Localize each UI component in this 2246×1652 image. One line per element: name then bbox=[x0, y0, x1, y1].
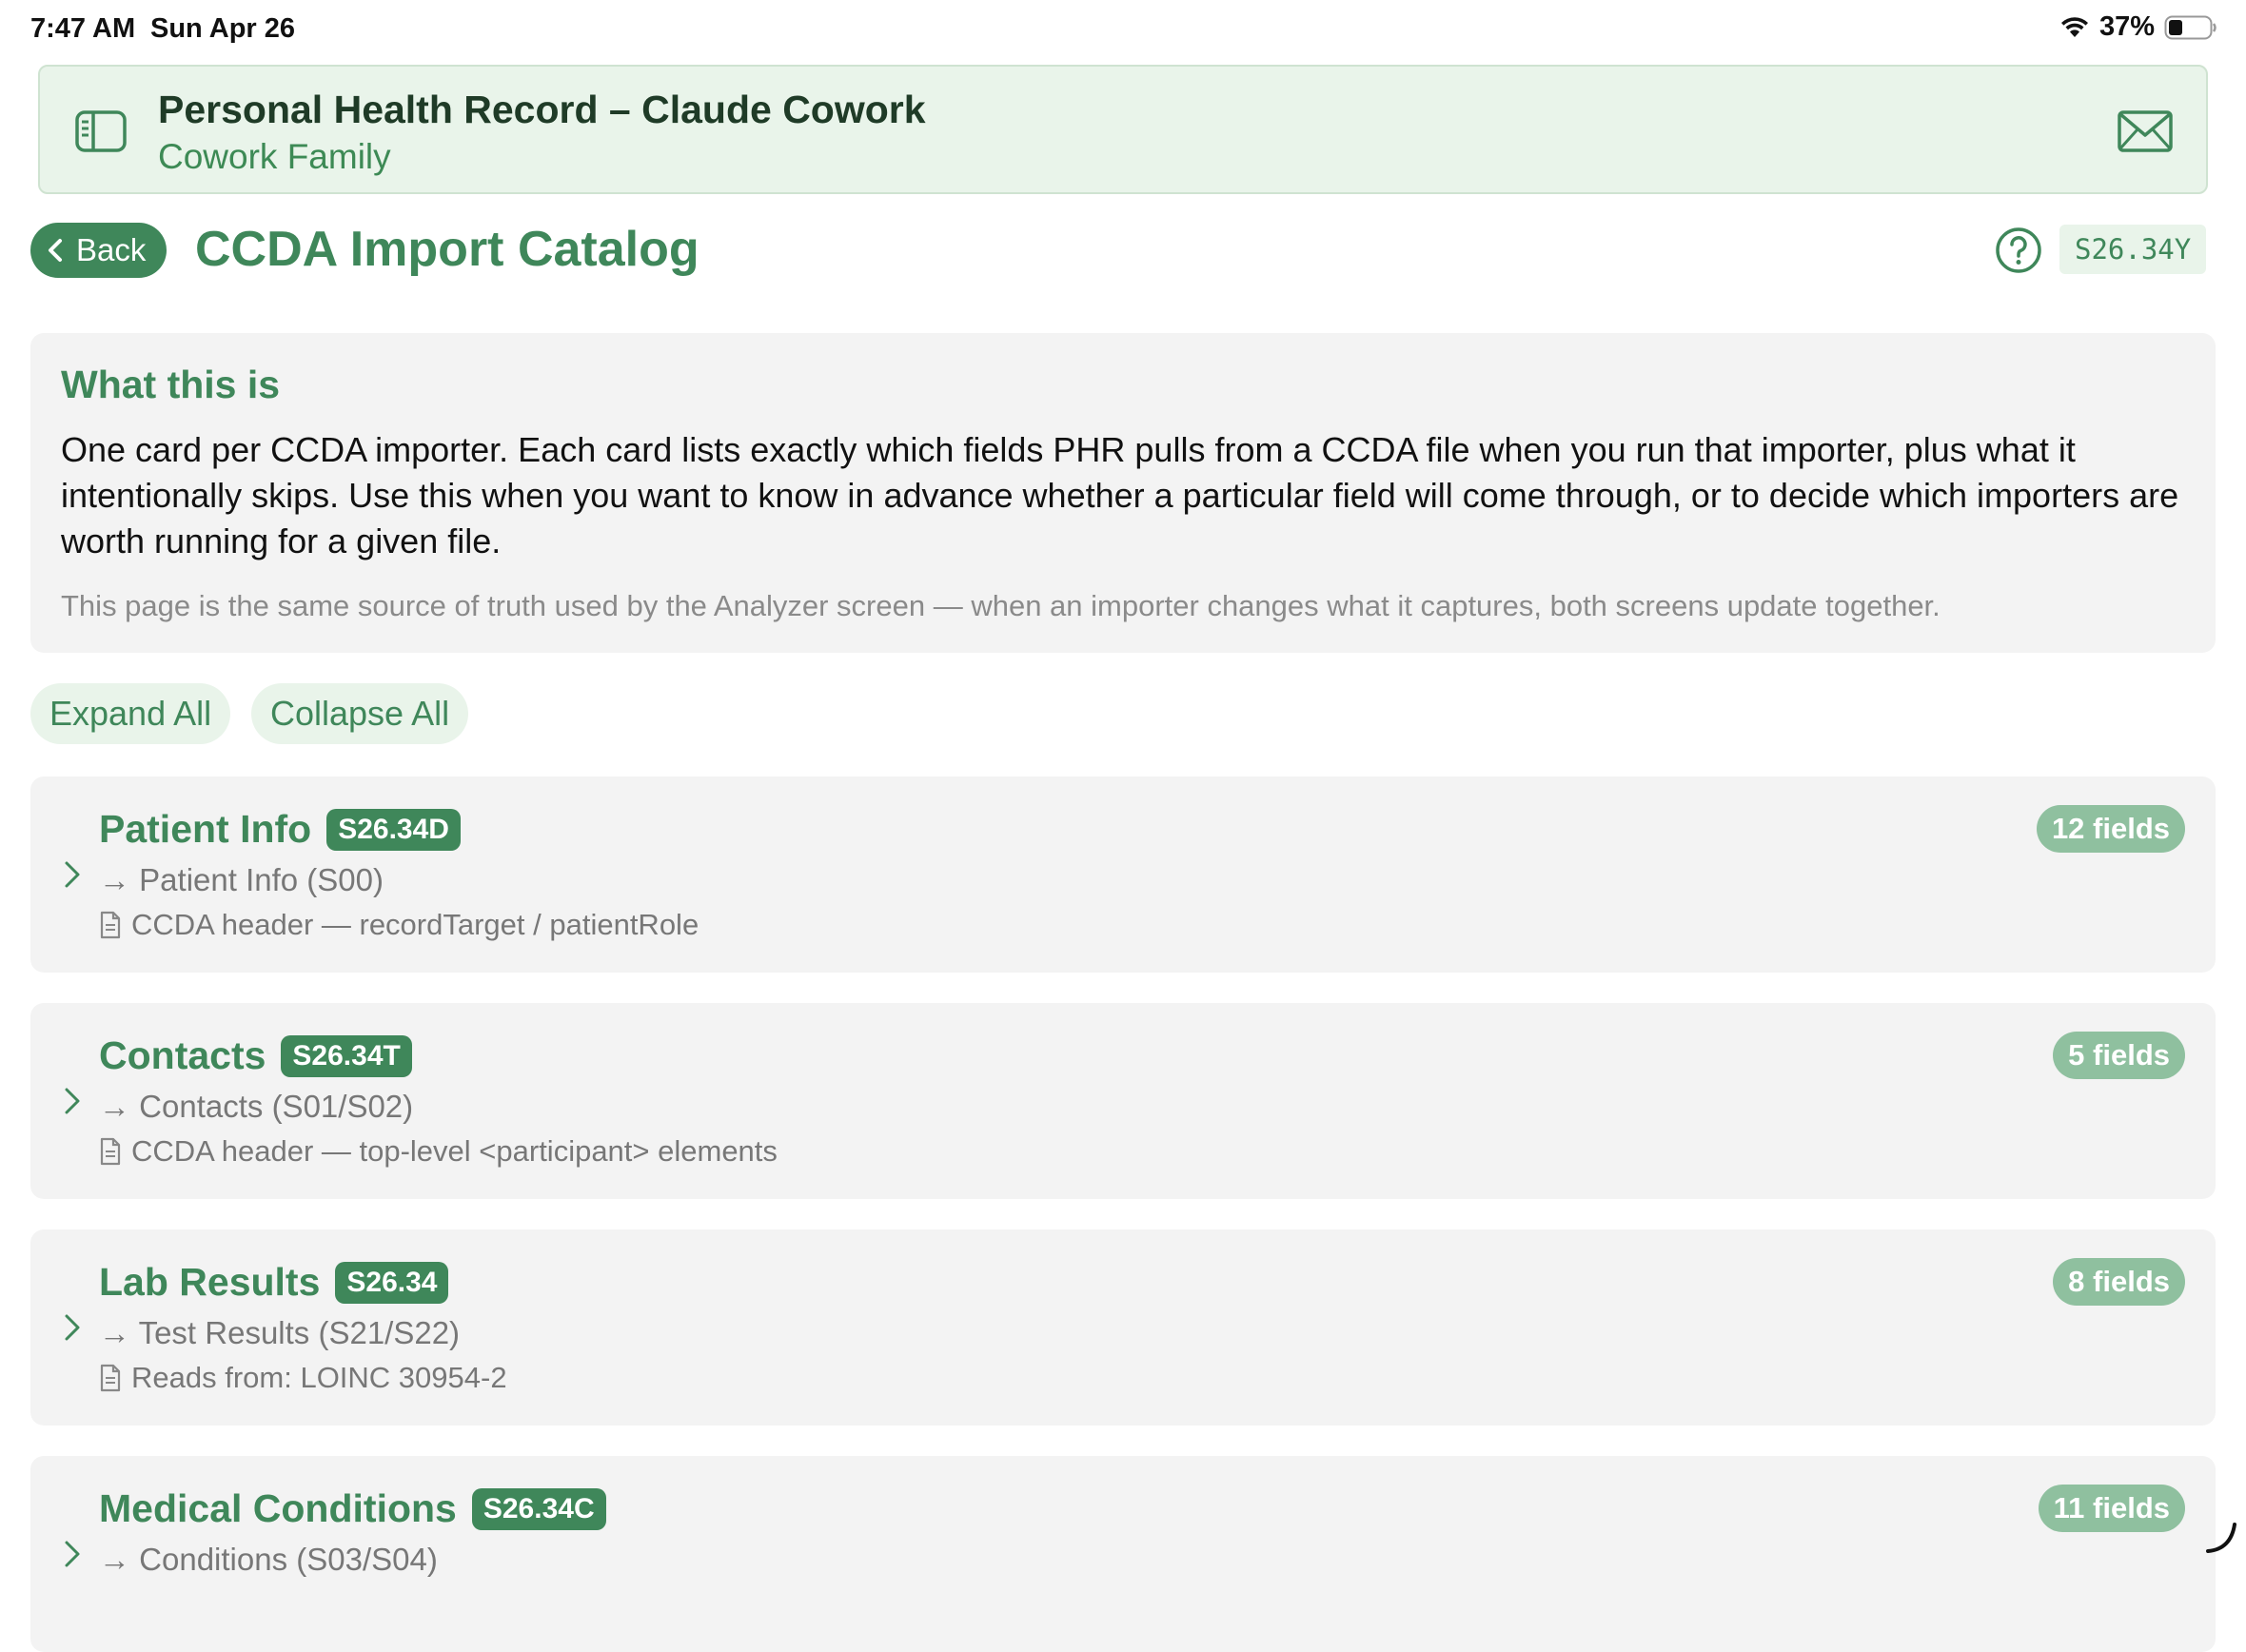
fields-count-badge: 8 fields bbox=[2053, 1258, 2185, 1306]
battery-percent: 37% bbox=[2098, 11, 2155, 42]
version-badge: S26.34Y bbox=[2059, 225, 2207, 274]
question-circle-icon[interactable] bbox=[1995, 226, 2042, 274]
importer-title: Lab Results bbox=[99, 1260, 321, 1304]
expand-all-button[interactable]: Expand All bbox=[30, 683, 231, 744]
importer-card-medical-conditions[interactable]: Medical Conditions S26.34C → Conditions … bbox=[30, 1456, 2216, 1652]
chevron-left-icon bbox=[48, 238, 63, 263]
info-note: This page is the same source of truth us… bbox=[61, 589, 1941, 623]
chevron-right-icon[interactable] bbox=[61, 1085, 84, 1117]
info-body: One card per CCDA importer. Each card li… bbox=[61, 430, 2179, 561]
document-icon bbox=[99, 1364, 122, 1392]
importer-source-text: CCDA header — top-level <participant> el… bbox=[131, 1134, 778, 1168]
card-title-row: Contacts S26.34T bbox=[99, 1033, 412, 1078]
importer-title: Contacts bbox=[99, 1033, 266, 1077]
importer-source: CCDA header — recordTarget / patientRole bbox=[99, 908, 699, 942]
back-button[interactable]: Back bbox=[30, 223, 167, 278]
importer-code-badge: S26.34C bbox=[471, 1487, 606, 1530]
info-heading: What this is bbox=[61, 363, 281, 406]
importer-title: Medical Conditions bbox=[99, 1486, 457, 1530]
battery-icon bbox=[2164, 15, 2217, 40]
importer-source-text: CCDA header — recordTarget / patientRole bbox=[131, 908, 699, 941]
chevron-right-icon[interactable] bbox=[61, 1538, 84, 1570]
fields-count-badge: 12 fields bbox=[2036, 805, 2185, 853]
family-name: Cowork Family bbox=[158, 137, 391, 176]
card-title-row: Lab Results S26.34 bbox=[99, 1260, 449, 1305]
importer-title: Patient Info bbox=[99, 807, 312, 851]
importer-code-badge: S26.34T bbox=[281, 1034, 412, 1077]
importer-code-badge: S26.34D bbox=[326, 808, 461, 851]
sidebar-icon[interactable] bbox=[74, 108, 128, 154]
chevron-right-icon[interactable] bbox=[61, 1311, 84, 1344]
importer-source: Reads from: LOINC 30954-2 bbox=[99, 1361, 507, 1395]
document-icon bbox=[99, 911, 122, 939]
page-title: CCDA Import Catalog bbox=[195, 222, 699, 277]
status-date: Sun Apr 26 bbox=[150, 13, 296, 44]
importer-source: CCDA header — top-level <participant> el… bbox=[99, 1134, 778, 1169]
importer-card-patient-info[interactable]: Patient Info S26.34D → Patient Info (S00… bbox=[30, 777, 2216, 973]
collapse-all-button[interactable]: Collapse All bbox=[251, 683, 469, 744]
info-card: What this is One card per CCDA importer.… bbox=[30, 333, 2216, 653]
status-bar: 7:47 AM Sun Apr 26 37% bbox=[0, 0, 2246, 59]
app-title: Personal Health Record – Claude Cowork bbox=[158, 88, 926, 131]
resize-handle-icon[interactable] bbox=[2202, 1517, 2240, 1555]
importer-card-lab-results[interactable]: Lab Results S26.34 → Test Results (S21/S… bbox=[30, 1229, 2216, 1426]
card-title-row: Medical Conditions S26.34C bbox=[99, 1486, 606, 1531]
importer-target: → Conditions (S03/S04) bbox=[99, 1542, 438, 1577]
chevron-right-icon[interactable] bbox=[61, 858, 84, 891]
importer-source-text: Reads from: LOINC 30954-2 bbox=[131, 1361, 507, 1394]
back-label: Back bbox=[76, 232, 147, 267]
importer-code-badge: S26.34 bbox=[335, 1261, 449, 1304]
status-time: 7:47 AM bbox=[30, 13, 136, 44]
importer-target: → Patient Info (S00) bbox=[99, 862, 384, 897]
document-icon bbox=[99, 1137, 122, 1166]
wifi-icon bbox=[2059, 16, 2090, 39]
app-header: Personal Health Record – Claude Cowork C… bbox=[38, 65, 2208, 194]
importer-target: → Contacts (S01/S02) bbox=[99, 1089, 414, 1124]
envelope-icon[interactable] bbox=[2117, 108, 2174, 154]
status-indicators: 37% bbox=[2059, 11, 2217, 43]
importer-card-contacts[interactable]: Contacts S26.34T → Contacts (S01/S02) CC… bbox=[30, 1003, 2216, 1199]
fields-count-badge: 5 fields bbox=[2053, 1032, 2185, 1079]
fields-count-badge: 11 fields bbox=[2038, 1485, 2185, 1532]
card-title-row: Patient Info S26.34D bbox=[99, 807, 461, 852]
importer-target: → Test Results (S21/S22) bbox=[99, 1315, 461, 1350]
